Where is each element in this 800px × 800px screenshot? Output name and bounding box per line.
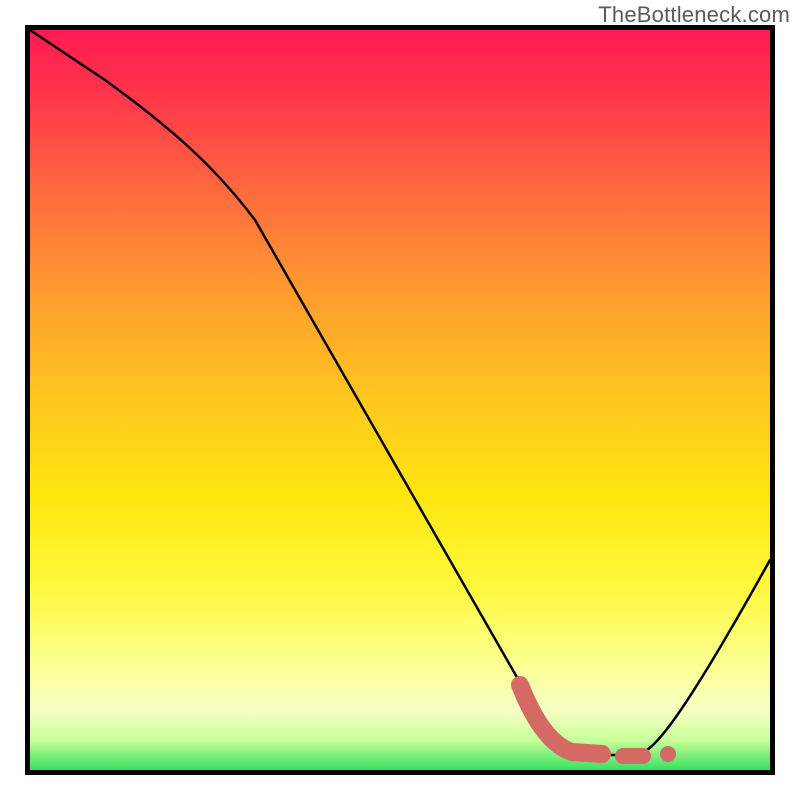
- main-curve: [30, 30, 770, 755]
- chart-svg: [30, 30, 770, 770]
- optimal-curve-segment: [520, 685, 602, 754]
- watermark-text: TheBottleneck.com: [598, 2, 790, 28]
- optimal-dot: [660, 746, 676, 762]
- chart-frame: [25, 25, 775, 775]
- chart-canvas: TheBottleneck.com: [0, 0, 800, 800]
